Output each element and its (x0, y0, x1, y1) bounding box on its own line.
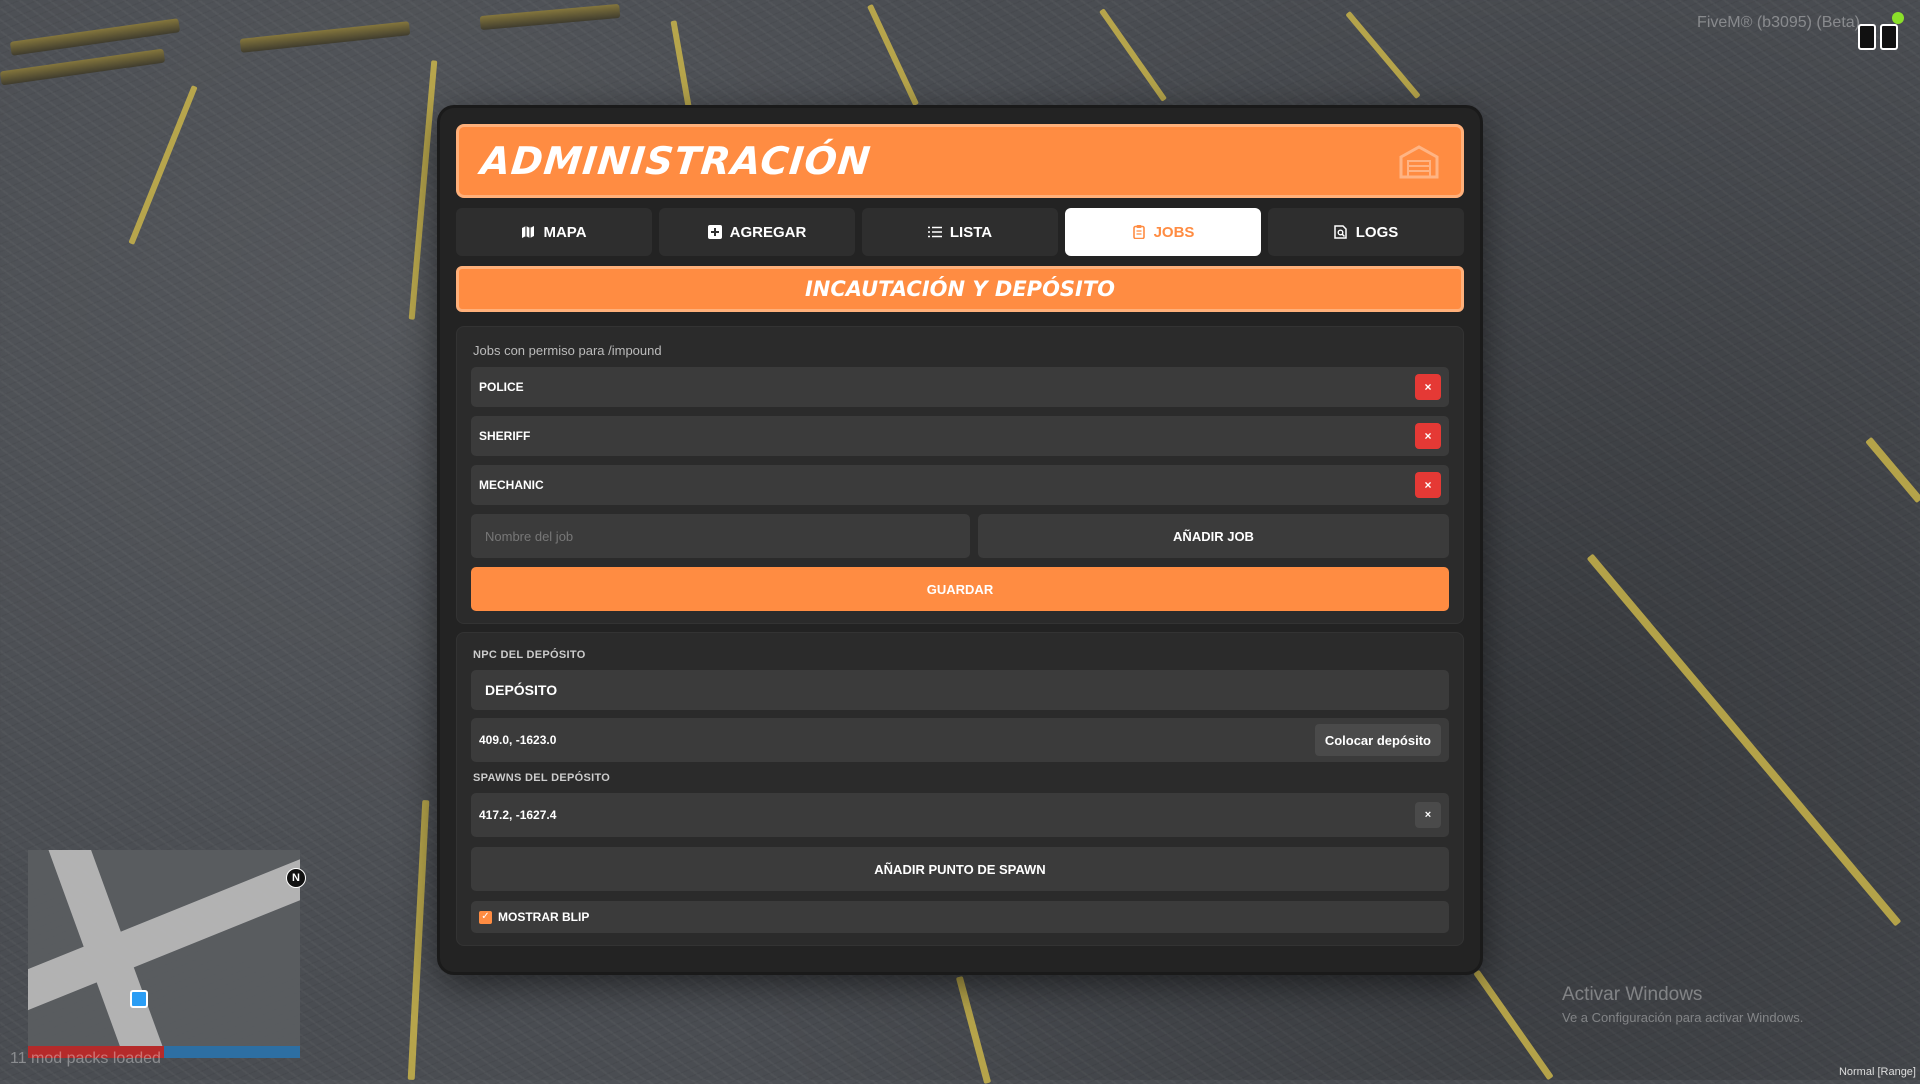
job-row: MECHANIC × (471, 465, 1449, 505)
status-dot-icon (1892, 12, 1904, 24)
close-icon: × (1424, 478, 1432, 492)
remove-spawn-button[interactable]: × (1415, 802, 1441, 828)
show-blip-row: ✓ MOSTRAR BLIP (471, 901, 1449, 933)
remove-job-button[interactable]: × (1415, 374, 1441, 400)
admin-panel: ADMINISTRACIÓN MAPA AGREGAR LISTA JOBS L… (440, 108, 1480, 972)
curb (479, 3, 621, 31)
remove-job-button[interactable]: × (1415, 423, 1441, 449)
place-depot-button[interactable]: Colocar depósito (1314, 724, 1441, 756)
tab-jobs[interactable]: JOBS (1065, 208, 1261, 256)
spawn-row: 417.2, -1627.4 × (471, 793, 1449, 837)
npc-coords: 409.0, -1623.0 (479, 733, 557, 747)
job-name: MECHANIC (479, 478, 544, 492)
garage-icon (1399, 145, 1439, 179)
parking-stripe (1473, 969, 1554, 1081)
curb (239, 21, 411, 53)
tab-lista[interactable]: LISTA (862, 208, 1058, 256)
list-icon (927, 226, 942, 238)
remove-job-button[interactable]: × (1415, 472, 1441, 498)
show-blip-label: MOSTRAR BLIP (498, 910, 590, 924)
job-row: SHERIFF × (471, 416, 1449, 456)
windows-activation-watermark: Activar Windows Ve a Configuración para … (1562, 984, 1803, 1025)
parking-stripe (128, 85, 198, 245)
tab-label: JOBS (1153, 223, 1195, 241)
plus-square-icon (707, 225, 722, 239)
map-icon (522, 226, 535, 238)
jobs-label: Jobs con permiso para /impound (473, 343, 662, 358)
close-icon: × (1424, 809, 1432, 821)
player-blip-icon (130, 990, 148, 1008)
show-blip-checkbox[interactable]: ✓ (479, 910, 492, 924)
mod-packs-label: 11 mod packs loaded (10, 1050, 161, 1067)
minimap (28, 850, 300, 1050)
parking-stripe (1865, 436, 1920, 504)
job-name: SHERIFF (479, 429, 531, 443)
job-row: POLICE × (471, 367, 1449, 407)
job-name: POLICE (479, 380, 524, 394)
tab-mapa[interactable]: MAPA (456, 208, 652, 256)
tab-label: MAPA (543, 223, 587, 241)
add-spawn-button[interactable]: AÑADIR PUNTO DE SPAWN (471, 847, 1449, 891)
tab-label: AGREGAR (729, 223, 807, 241)
status-text: Normal [Range] (1838, 1066, 1916, 1078)
parking-stripe (867, 3, 919, 107)
jobs-card: Jobs con permiso para /impound POLICE × … (456, 326, 1464, 624)
tab-agregar[interactable]: AGREGAR (659, 208, 855, 256)
parking-stripe (955, 975, 992, 1084)
add-job-button[interactable]: AÑADIR JOB (978, 514, 1449, 558)
close-icon: × (1424, 429, 1432, 443)
clipboard-icon (1132, 225, 1145, 239)
hud-indicator (1858, 24, 1898, 50)
curb (0, 48, 166, 86)
save-button[interactable]: GUARDAR (471, 567, 1449, 611)
job-name-input[interactable] (471, 514, 970, 558)
tab-label: LISTA (949, 223, 993, 241)
panel-header: ADMINISTRACIÓN (456, 124, 1464, 198)
npc-label: NPC DEL DEPÓSITO (473, 649, 586, 661)
section-title: INCAUTACIÓN Y DEPÓSITO (456, 266, 1464, 312)
check-icon: ✓ (481, 911, 490, 922)
npc-coords-row: 409.0, -1623.0 Colocar depósito (471, 718, 1449, 762)
activate-title: Activar Windows (1562, 984, 1703, 1005)
spawns-label: SPAWNS DEL DEPÓSITO (473, 772, 611, 784)
tab-logs[interactable]: LOGS (1268, 208, 1464, 256)
add-job-row: AÑADIR JOB (471, 514, 1449, 558)
parking-stripe (407, 800, 430, 1080)
tab-label: LOGS (1355, 223, 1399, 241)
parking-stripe (1098, 8, 1168, 102)
depot-card: NPC DEL DEPÓSITO DEPÓSITO 409.0, -1623.0… (456, 632, 1464, 946)
compass-north-icon: N (286, 868, 306, 888)
parking-stripe (1345, 10, 1421, 100)
npc-name-field[interactable]: DEPÓSITO (471, 670, 1449, 710)
close-icon: × (1424, 380, 1432, 394)
parking-stripe (408, 60, 438, 320)
tab-bar: MAPA AGREGAR LISTA JOBS LOGS (456, 208, 1464, 256)
parking-stripe (1586, 553, 1902, 927)
fivem-build-label: FiveM® (b3095) (Beta) (1697, 14, 1860, 31)
activate-subtitle: Ve a Configuración para activar Windows. (1562, 1010, 1804, 1025)
spawn-coords: 417.2, -1627.4 (479, 808, 557, 822)
page-title: ADMINISTRACIÓN (478, 139, 874, 183)
file-search-icon (1333, 225, 1347, 239)
